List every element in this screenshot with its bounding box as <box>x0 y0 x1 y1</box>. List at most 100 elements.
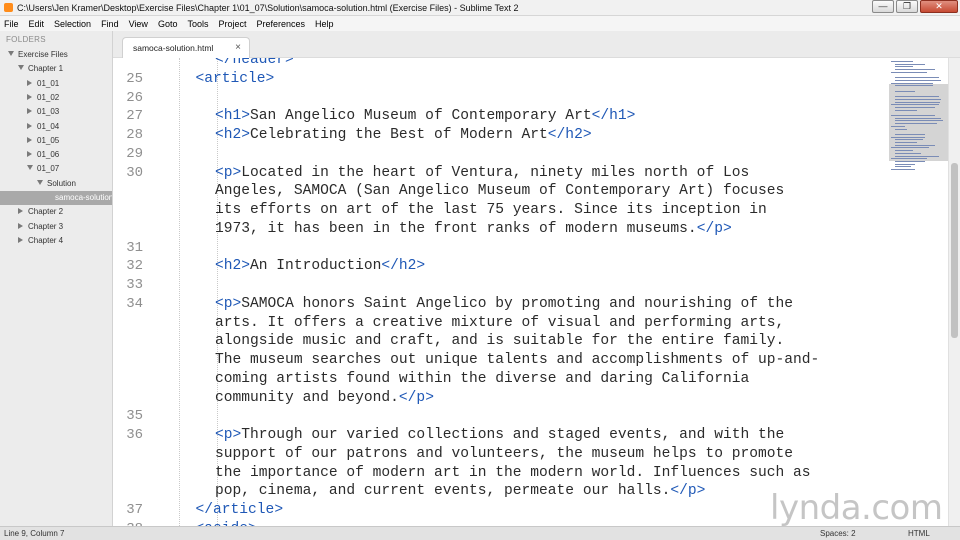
tab-close-icon[interactable]: × <box>235 42 241 53</box>
code-line: alongside music and craft, and is suitab… <box>113 332 948 351</box>
sidebar-item[interactable]: 01_01 <box>0 77 112 91</box>
sidebar-item[interactable]: 01_04 <box>0 120 112 134</box>
html-tag: </article> <box>195 502 284 518</box>
syntax-mode[interactable]: HTML <box>908 529 930 538</box>
minimap-line <box>895 63 925 65</box>
minimap-line <box>891 71 927 73</box>
minimap-line <box>891 115 935 116</box>
minimize-button[interactable]: — <box>872 0 894 13</box>
menu-help[interactable]: Help <box>315 19 334 29</box>
menu-find[interactable]: Find <box>101 19 119 29</box>
code-line: 35 <box>113 407 948 426</box>
disclosure-open-icon[interactable] <box>8 51 14 56</box>
sidebar-item[interactable]: Chapter 1 <box>0 62 112 76</box>
html-tag: </h2> <box>547 127 592 143</box>
sidebar-item[interactable]: samoca-solution.html <box>0 191 112 205</box>
title-bar: C:\Users\Jen Kramer\Desktop\Exercise Fil… <box>0 0 960 16</box>
minimap-line <box>895 96 939 98</box>
disclosure-closed-icon[interactable] <box>27 79 32 86</box>
code-text: <h2>An Introduction</h2> <box>215 257 425 276</box>
disclosure-open-icon[interactable] <box>27 165 33 171</box>
sidebar-item-label: 01_06 <box>37 150 60 160</box>
code-text: </header> <box>215 58 294 70</box>
minimap-line <box>891 147 929 149</box>
disclosure-open-icon[interactable] <box>37 179 43 185</box>
menu-selection[interactable]: Selection <box>54 19 91 29</box>
disclosure-closed-icon[interactable] <box>27 122 32 129</box>
disclosure-closed-icon[interactable] <box>18 236 23 243</box>
menu-project[interactable]: Project <box>218 19 246 29</box>
minimap-line <box>895 142 917 143</box>
menu-tools[interactable]: Tools <box>187 19 208 29</box>
text-content: Through our varied collections and stage… <box>241 427 785 443</box>
menu-file[interactable]: File <box>4 19 19 29</box>
code-line: community and beyond.</p> <box>113 389 948 408</box>
minimap[interactable] <box>885 58 948 526</box>
text-content: support of our patrons and volunteers, t… <box>215 445 794 462</box>
disclosure-closed-icon[interactable] <box>27 151 32 158</box>
sidebar-item[interactable]: 01_05 <box>0 134 112 148</box>
minimap-line <box>891 169 915 170</box>
menu-preferences[interactable]: Preferences <box>256 19 305 29</box>
minimap-line <box>895 160 925 162</box>
minimap-line <box>895 101 940 103</box>
code-text: arts. It offers a creative mixture of vi… <box>215 314 784 333</box>
sidebar-item[interactable]: Exercise Files <box>0 48 112 62</box>
code-text: alongside music and craft, and is suitab… <box>215 332 784 351</box>
code-line: 28 <h2>Celebrating the Best of Modern Art… <box>113 126 948 145</box>
menu-view[interactable]: View <box>129 19 148 29</box>
sidebar-item[interactable]: 01_02 <box>0 91 112 105</box>
minimap-line <box>895 69 935 71</box>
text-content: Located in the heart of Ventura, ninety … <box>241 164 750 181</box>
disclosure-closed-icon[interactable] <box>27 108 32 115</box>
maximize-button[interactable]: ❐ <box>896 0 918 13</box>
minimap-line <box>895 120 943 122</box>
html-tag: <p> <box>215 164 242 181</box>
code-text: support of our patrons and volunteers, t… <box>215 445 793 464</box>
text-content: 1973, it has been in the front ranks of … <box>215 220 697 237</box>
sidebar-item[interactable]: Solution <box>0 177 112 191</box>
sidebar-item[interactable]: 01_03 <box>0 105 112 119</box>
disclosure-closed-icon[interactable] <box>27 93 32 100</box>
code-text: <p>Through our varied collections and st… <box>215 426 784 445</box>
menu-goto[interactable]: Goto <box>158 19 178 29</box>
html-tag: <h2> <box>215 127 251 143</box>
html-tag: <p> <box>215 427 242 443</box>
code-line: 29 <box>113 145 948 164</box>
scrollbar-thumb[interactable] <box>951 163 958 338</box>
disclosure-closed-icon[interactable] <box>18 222 23 229</box>
vertical-scrollbar[interactable] <box>948 58 960 526</box>
tab-samoca-solution[interactable]: samoca-solution.html × <box>122 37 250 58</box>
code-line: The museum searches out unique talents a… <box>113 351 948 370</box>
html-tag: <h2> <box>215 258 251 275</box>
line-number: 34 <box>126 295 143 312</box>
sidebar-item[interactable]: Chapter 4 <box>0 234 112 248</box>
minimap-line <box>895 106 935 108</box>
sidebar-item[interactable]: Chapter 3 <box>0 220 112 234</box>
indentation-setting[interactable]: Spaces: 2 <box>820 529 856 538</box>
sidebar-item-label: 01_03 <box>37 107 60 117</box>
disclosure-closed-icon[interactable] <box>18 208 23 215</box>
code-line: Angeles, SAMOCA (San Angelico Museum of … <box>113 182 948 201</box>
disclosure-open-icon[interactable] <box>18 65 24 71</box>
close-button[interactable]: ✕ <box>920 0 958 13</box>
line-number: 35 <box>126 408 143 425</box>
sidebar-item[interactable]: 01_07 <box>0 162 112 176</box>
html-tag: </h1> <box>591 108 636 125</box>
sidebar-item[interactable]: 01_06 <box>0 148 112 162</box>
code-editor[interactable]: </header> 25 <article> 26 27 <h1>San Angelico… <box>113 58 948 526</box>
minimap-line <box>895 133 925 135</box>
disclosure-closed-icon[interactable] <box>27 136 32 143</box>
tab-bar: samoca-solution.html × <box>113 31 960 58</box>
html-tag: </p> <box>670 483 706 500</box>
html-tag: <h1> <box>215 108 251 125</box>
line-number: 26 <box>126 89 143 106</box>
minimap-line <box>895 166 911 168</box>
code-line: coming artists found within the diverse … <box>113 370 948 389</box>
menu-edit[interactable]: Edit <box>29 19 45 29</box>
code-line: 34 <p>SAMOCA honors Saint Angelico by pro… <box>113 295 948 314</box>
sidebar-item[interactable]: Chapter 2 <box>0 205 112 219</box>
code-text: <h1>San Angelico Museum of Contemporary … <box>215 107 635 126</box>
window-controls: — ❐ ✕ <box>870 0 958 14</box>
cursor-position: Line 9, Column 7 <box>4 529 65 538</box>
